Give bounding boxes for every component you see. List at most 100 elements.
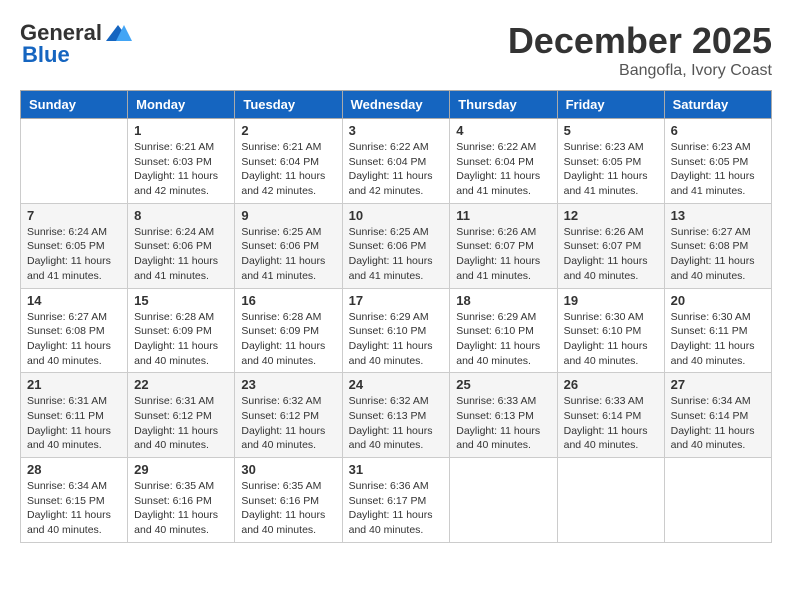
calendar-cell: 11Sunrise: 6:26 AM Sunset: 6:07 PM Dayli… bbox=[450, 203, 557, 288]
logo-blue: Blue bbox=[20, 42, 70, 68]
location-subtitle: Bangofla, Ivory Coast bbox=[508, 62, 772, 80]
day-number: 26 bbox=[564, 377, 658, 392]
weekday-header-row: SundayMondayTuesdayWednesdayThursdayFrid… bbox=[21, 91, 772, 119]
day-number: 5 bbox=[564, 123, 658, 138]
day-number: 16 bbox=[241, 293, 335, 308]
calendar-cell: 5 Sunrise: 6:23 AM Sunset: 6:05 PM Daylig… bbox=[557, 119, 664, 204]
day-number: 15 bbox=[134, 293, 228, 308]
calendar-week-row: 21 Sunrise: 6:31 AM Sunset: 6:11 PM Dayli… bbox=[21, 373, 772, 458]
calendar-cell bbox=[450, 458, 557, 543]
calendar-cell: 13 Sunrise: 6:27 AM Sunset: 6:08 PM Dayli… bbox=[664, 203, 771, 288]
calendar-cell: 12 Sunrise: 6:26 AM Sunset: 6:07 PM Dayli… bbox=[557, 203, 664, 288]
day-number: 20 bbox=[671, 293, 765, 308]
calendar-cell: 7 Sunrise: 6:24 AM Sunset: 6:05 PM Daylig… bbox=[21, 203, 128, 288]
calendar-cell: 1 Sunrise: 6:21 AM Sunset: 6:03 PM Daylig… bbox=[128, 119, 235, 204]
day-info: Sunrise: 6:31 AM Sunset: 6:11 PM Dayligh… bbox=[27, 394, 121, 453]
calendar-cell: 15 Sunrise: 6:28 AM Sunset: 6:09 PM Dayli… bbox=[128, 288, 235, 373]
calendar-cell: 27 Sunrise: 6:34 AM Sunset: 6:14 PM Dayli… bbox=[664, 373, 771, 458]
calendar-cell: 9 Sunrise: 6:25 AM Sunset: 6:06 PM Daylig… bbox=[235, 203, 342, 288]
calendar-cell: 31 Sunrise: 6:36 AM Sunset: 6:17 PM Dayli… bbox=[342, 458, 450, 543]
calendar-cell: 26 Sunrise: 6:33 AM Sunset: 6:14 PM Dayli… bbox=[557, 373, 664, 458]
day-number: 31 bbox=[349, 462, 444, 477]
day-number: 2 bbox=[241, 123, 335, 138]
day-info: Sunrise: 6:26 AM Sunset: 6:07 PM Dayligh… bbox=[564, 225, 658, 284]
logo: General Blue bbox=[20, 20, 134, 68]
day-number: 23 bbox=[241, 377, 335, 392]
weekday-header-wednesday: Wednesday bbox=[342, 91, 450, 119]
day-number: 18 bbox=[456, 293, 550, 308]
day-number: 12 bbox=[564, 208, 658, 223]
day-info: Sunrise: 6:23 AM Sunset: 6:05 PM Dayligh… bbox=[671, 140, 765, 199]
day-info: Sunrise: 6:32 AM Sunset: 6:12 PM Dayligh… bbox=[241, 394, 335, 453]
calendar-cell: 20 Sunrise: 6:30 AM Sunset: 6:11 PM Dayli… bbox=[664, 288, 771, 373]
day-number: 17 bbox=[349, 293, 444, 308]
day-info: Sunrise: 6:30 AM Sunset: 6:10 PM Dayligh… bbox=[564, 310, 658, 369]
weekday-header-monday: Monday bbox=[128, 91, 235, 119]
calendar-cell: 3 Sunrise: 6:22 AM Sunset: 6:04 PM Daylig… bbox=[342, 119, 450, 204]
day-number: 25 bbox=[456, 377, 550, 392]
day-info: Sunrise: 6:22 AM Sunset: 6:04 PM Dayligh… bbox=[349, 140, 444, 199]
calendar-cell: 14Sunrise: 6:27 AM Sunset: 6:08 PM Dayli… bbox=[21, 288, 128, 373]
calendar-week-row: 28Sunrise: 6:34 AM Sunset: 6:15 PM Dayli… bbox=[21, 458, 772, 543]
calendar-week-row: 7 Sunrise: 6:24 AM Sunset: 6:05 PM Daylig… bbox=[21, 203, 772, 288]
day-number: 10 bbox=[349, 208, 444, 223]
day-info: Sunrise: 6:34 AM Sunset: 6:14 PM Dayligh… bbox=[671, 394, 765, 453]
calendar-cell: 8Sunrise: 6:24 AM Sunset: 6:06 PM Daylig… bbox=[128, 203, 235, 288]
day-number: 7 bbox=[27, 208, 121, 223]
day-info: Sunrise: 6:26 AM Sunset: 6:07 PM Dayligh… bbox=[456, 225, 550, 284]
day-info: Sunrise: 6:24 AM Sunset: 6:05 PM Dayligh… bbox=[27, 225, 121, 284]
calendar-cell bbox=[557, 458, 664, 543]
day-number: 3 bbox=[349, 123, 444, 138]
day-info: Sunrise: 6:27 AM Sunset: 6:08 PM Dayligh… bbox=[671, 225, 765, 284]
weekday-header-thursday: Thursday bbox=[450, 91, 557, 119]
day-info: Sunrise: 6:29 AM Sunset: 6:10 PM Dayligh… bbox=[456, 310, 550, 369]
calendar-cell: 17Sunrise: 6:29 AM Sunset: 6:10 PM Dayli… bbox=[342, 288, 450, 373]
day-info: Sunrise: 6:33 AM Sunset: 6:14 PM Dayligh… bbox=[564, 394, 658, 453]
calendar-cell: 16 Sunrise: 6:28 AM Sunset: 6:09 PM Dayli… bbox=[235, 288, 342, 373]
day-number: 4 bbox=[456, 123, 550, 138]
day-number: 13 bbox=[671, 208, 765, 223]
logo-icon bbox=[104, 23, 132, 43]
calendar-week-row: 1 Sunrise: 6:21 AM Sunset: 6:03 PM Daylig… bbox=[21, 119, 772, 204]
day-info: Sunrise: 6:28 AM Sunset: 6:09 PM Dayligh… bbox=[134, 310, 228, 369]
calendar-cell: 6 Sunrise: 6:23 AM Sunset: 6:05 PM Daylig… bbox=[664, 119, 771, 204]
calendar-cell: 19 Sunrise: 6:30 AM Sunset: 6:10 PM Dayli… bbox=[557, 288, 664, 373]
day-info: Sunrise: 6:31 AM Sunset: 6:12 PM Dayligh… bbox=[134, 394, 228, 453]
weekday-header-sunday: Sunday bbox=[21, 91, 128, 119]
calendar-cell: 18 Sunrise: 6:29 AM Sunset: 6:10 PM Dayli… bbox=[450, 288, 557, 373]
day-number: 9 bbox=[241, 208, 335, 223]
calendar-cell: 29Sunrise: 6:35 AM Sunset: 6:16 PM Dayli… bbox=[128, 458, 235, 543]
day-info: Sunrise: 6:36 AM Sunset: 6:17 PM Dayligh… bbox=[349, 479, 444, 538]
calendar-cell: 25Sunrise: 6:33 AM Sunset: 6:13 PM Dayli… bbox=[450, 373, 557, 458]
calendar-cell: 22 Sunrise: 6:31 AM Sunset: 6:12 PM Dayli… bbox=[128, 373, 235, 458]
page-header: General Blue December 2025 Bangofla, Ivo… bbox=[20, 20, 772, 80]
day-info: Sunrise: 6:22 AM Sunset: 6:04 PM Dayligh… bbox=[456, 140, 550, 199]
day-info: Sunrise: 6:21 AM Sunset: 6:03 PM Dayligh… bbox=[134, 140, 228, 199]
calendar-cell: 21 Sunrise: 6:31 AM Sunset: 6:11 PM Dayli… bbox=[21, 373, 128, 458]
day-number: 24 bbox=[349, 377, 444, 392]
day-info: Sunrise: 6:23 AM Sunset: 6:05 PM Dayligh… bbox=[564, 140, 658, 199]
day-info: Sunrise: 6:25 AM Sunset: 6:06 PM Dayligh… bbox=[241, 225, 335, 284]
day-number: 30 bbox=[241, 462, 335, 477]
calendar-cell: 2Sunrise: 6:21 AM Sunset: 6:04 PM Daylig… bbox=[235, 119, 342, 204]
calendar-cell: 10Sunrise: 6:25 AM Sunset: 6:06 PM Dayli… bbox=[342, 203, 450, 288]
day-number: 27 bbox=[671, 377, 765, 392]
day-info: Sunrise: 6:30 AM Sunset: 6:11 PM Dayligh… bbox=[671, 310, 765, 369]
day-info: Sunrise: 6:27 AM Sunset: 6:08 PM Dayligh… bbox=[27, 310, 121, 369]
weekday-header-tuesday: Tuesday bbox=[235, 91, 342, 119]
day-number: 19 bbox=[564, 293, 658, 308]
month-year-title: December 2025 bbox=[508, 20, 772, 62]
day-number: 22 bbox=[134, 377, 228, 392]
calendar-cell bbox=[664, 458, 771, 543]
day-number: 6 bbox=[671, 123, 765, 138]
day-info: Sunrise: 6:28 AM Sunset: 6:09 PM Dayligh… bbox=[241, 310, 335, 369]
calendar-week-row: 14Sunrise: 6:27 AM Sunset: 6:08 PM Dayli… bbox=[21, 288, 772, 373]
day-number: 29 bbox=[134, 462, 228, 477]
calendar-table: SundayMondayTuesdayWednesdayThursdayFrid… bbox=[20, 90, 772, 543]
title-block: December 2025 Bangofla, Ivory Coast bbox=[508, 20, 772, 80]
day-info: Sunrise: 6:32 AM Sunset: 6:13 PM Dayligh… bbox=[349, 394, 444, 453]
calendar-cell: 4 Sunrise: 6:22 AM Sunset: 6:04 PM Daylig… bbox=[450, 119, 557, 204]
day-number: 21 bbox=[27, 377, 121, 392]
day-info: Sunrise: 6:34 AM Sunset: 6:15 PM Dayligh… bbox=[27, 479, 121, 538]
day-number: 1 bbox=[134, 123, 228, 138]
